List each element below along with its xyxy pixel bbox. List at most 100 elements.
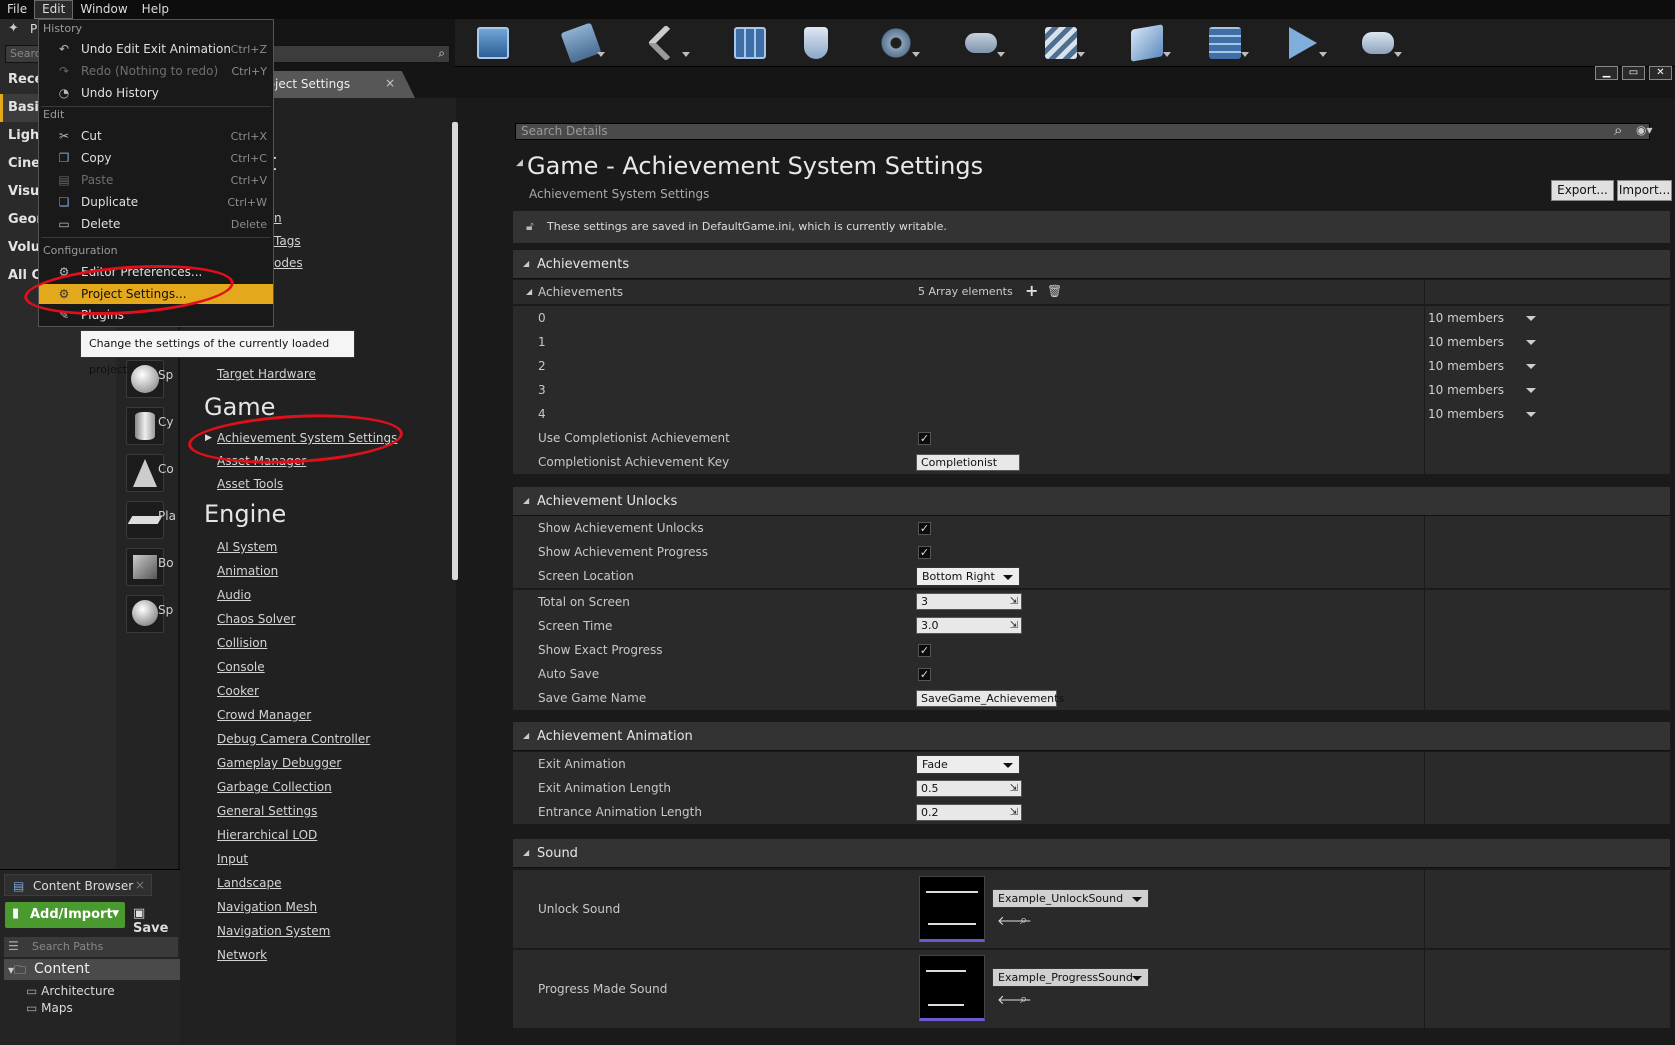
collapse-arrow-icon[interactable]: ◢	[516, 158, 523, 168]
nav-gameplay-debugger[interactable]: Gameplay Debugger	[217, 756, 341, 770]
screen-location-select[interactable]: Bottom Right	[916, 567, 1020, 586]
tree-item-maps[interactable]: ▭ Maps	[26, 1001, 73, 1015]
compile-button[interactable]	[1197, 23, 1253, 63]
details-search-icon[interactable]: ⌕	[1614, 121, 1622, 139]
menu-item-duplicate[interactable]: ❏ Duplicate Ctrl+W	[39, 192, 273, 212]
nav-partial-3[interactable]: n	[274, 211, 282, 225]
array-element-4[interactable]: 4 10 members	[513, 402, 1670, 426]
minimize-icon[interactable]: ▁	[1595, 66, 1618, 80]
nav-target-hardware[interactable]: Target Hardware	[217, 367, 316, 381]
nav-navigation-system[interactable]: Navigation System	[217, 924, 330, 938]
unlock-sound-thumbnail[interactable]	[919, 876, 985, 942]
use-completionist-checkbox[interactable]: ✓	[918, 432, 931, 445]
save-game-name-input[interactable]: SaveGame_Achievements	[916, 690, 1064, 707]
nav-cooker[interactable]: Cooker	[217, 684, 259, 698]
trash-icon[interactable]: 🗑︎	[1047, 284, 1062, 298]
cinematics-button[interactable]	[1033, 23, 1089, 63]
nav-partial-4[interactable]: Tags	[274, 234, 301, 248]
close-icon[interactable]: ×	[135, 878, 145, 892]
tab-close-icon[interactable]: ×	[385, 76, 395, 90]
section-sound[interactable]: Sound ◢	[513, 839, 1670, 868]
export-button[interactable]: Export...	[1551, 180, 1614, 201]
array-element-2[interactable]: 2 10 members	[513, 354, 1670, 378]
tree-item-content[interactable]: ▾🗀 Content	[4, 959, 180, 980]
progress-sound-select[interactable]: Example_ProgressSound	[992, 968, 1149, 987]
array-element-3[interactable]: 3 10 members	[513, 378, 1670, 402]
total-on-screen-input[interactable]: 3	[916, 593, 1022, 610]
blueprints-button[interactable]	[953, 23, 1009, 63]
browse-search-icon[interactable]: ⌕	[1020, 992, 1027, 1007]
marketplace-button[interactable]	[722, 23, 778, 63]
show-unlocks-checkbox[interactable]: ✓	[918, 522, 931, 535]
nav-garbage-collection[interactable]: Garbage Collection	[217, 780, 332, 794]
menu-item-undo[interactable]: ↶ Undo Edit Exit Animation Ctrl+Z	[39, 39, 273, 59]
dropdown-icon[interactable]	[1526, 364, 1536, 369]
menu-item-undo-history[interactable]: ◔ Undo History	[39, 83, 273, 103]
menu-file[interactable]: File	[0, 0, 34, 19]
search-paths-input[interactable]: ☰ Search Paths	[4, 937, 178, 957]
array-element-1[interactable]: 1 10 members	[513, 330, 1670, 354]
nav-animation[interactable]: Animation	[217, 564, 278, 578]
show-exact-progress-checkbox[interactable]: ✓	[918, 644, 931, 657]
details-search-input[interactable]: Search Details	[515, 123, 1650, 140]
progress-sound-thumbnail[interactable]	[919, 955, 985, 1021]
nav-asset-tools[interactable]: Asset Tools	[217, 477, 283, 491]
tree-item-architecture[interactable]: ▭ Architecture	[26, 984, 115, 998]
maximize-icon[interactable]: ▭	[1622, 66, 1645, 80]
nav-collision[interactable]: Collision	[217, 636, 267, 650]
settings-button[interactable]	[868, 23, 924, 63]
add-import-button[interactable]: ▮ Add/Import ▼	[5, 902, 125, 928]
dropdown-icon[interactable]	[1526, 316, 1536, 321]
save-all-button[interactable]: ▣ Save	[133, 906, 180, 936]
save-level-button[interactable]	[465, 23, 521, 63]
menu-edit[interactable]: Edit	[34, 0, 74, 19]
nav-input[interactable]: Input	[217, 852, 248, 866]
auto-save-checkbox[interactable]: ✓	[918, 668, 931, 681]
tree-toggle-icon[interactable]: ☰	[8, 939, 19, 953]
eye-icon[interactable]: ◉▾	[1636, 123, 1653, 137]
dropdown-icon[interactable]	[1526, 340, 1536, 345]
menu-item-delete[interactable]: ▭ Delete Delete	[39, 214, 273, 234]
nav-partial-5[interactable]: odes	[274, 256, 303, 270]
nav-network[interactable]: Network	[217, 948, 267, 962]
menu-item-paste[interactable]: ▤ Paste Ctrl+V	[39, 170, 273, 190]
unreal-button[interactable]	[788, 23, 844, 63]
nav-navigation-mesh[interactable]: Navigation Mesh	[217, 900, 317, 914]
menu-item-copy[interactable]: ❐ Copy Ctrl+C	[39, 148, 273, 168]
array-collapse-icon[interactable]: ◢	[526, 287, 532, 296]
build-button[interactable]	[1119, 23, 1175, 63]
nav-landscape[interactable]: Landscape	[217, 876, 281, 890]
nav-hierarchical-lod[interactable]: Hierarchical LOD	[217, 828, 317, 842]
menu-item-cut[interactable]: ✂ Cut Ctrl+X	[39, 126, 273, 146]
nav-audio[interactable]: Audio	[217, 588, 251, 602]
menu-help[interactable]: Help	[135, 0, 176, 19]
nav-chaos-solver[interactable]: Chaos Solver	[217, 612, 295, 626]
import-button[interactable]: Import...	[1617, 180, 1672, 201]
content-browser-tab[interactable]: ▤ Content Browser ×	[4, 874, 152, 896]
show-progress-checkbox[interactable]: ✓	[918, 546, 931, 559]
exit-animation-length-input[interactable]: 0.5	[916, 780, 1022, 797]
entrance-animation-length-input[interactable]: 0.2	[916, 804, 1022, 821]
tab-project-settings[interactable]: Project Settings ×	[250, 71, 415, 98]
section-achievements[interactable]: Achievements ◢	[513, 250, 1670, 279]
nav-scrollbar[interactable]	[452, 122, 458, 580]
exit-animation-select[interactable]: Fade	[916, 755, 1020, 774]
content-button[interactable]	[638, 23, 694, 63]
add-element-icon[interactable]: +	[1025, 281, 1038, 300]
screen-time-input[interactable]: 3.0	[916, 617, 1022, 634]
nav-crowd-manager[interactable]: Crowd Manager	[217, 708, 311, 722]
dropdown-icon[interactable]	[1526, 412, 1536, 417]
completionist-key-input[interactable]: Completionist	[916, 454, 1020, 471]
nav-general-settings[interactable]: General Settings	[217, 804, 317, 818]
browse-search-icon[interactable]: ⌕	[1020, 913, 1027, 928]
nav-debug-camera-controller[interactable]: Debug Camera Controller	[217, 732, 370, 746]
nav-console[interactable]: Console	[217, 660, 265, 674]
close-window-icon[interactable]: ✕	[1649, 66, 1672, 80]
nav-ai-system[interactable]: AI System	[217, 540, 277, 554]
play-button[interactable]	[1275, 23, 1331, 63]
unlock-sound-select[interactable]: Example_UnlockSound	[992, 889, 1149, 908]
array-element-0[interactable]: 0 10 members	[513, 306, 1670, 330]
menu-window[interactable]: Window	[73, 0, 134, 19]
source-control-button[interactable]	[553, 22, 609, 64]
section-achievement-animation[interactable]: Achievement Animation ◢	[513, 722, 1670, 751]
